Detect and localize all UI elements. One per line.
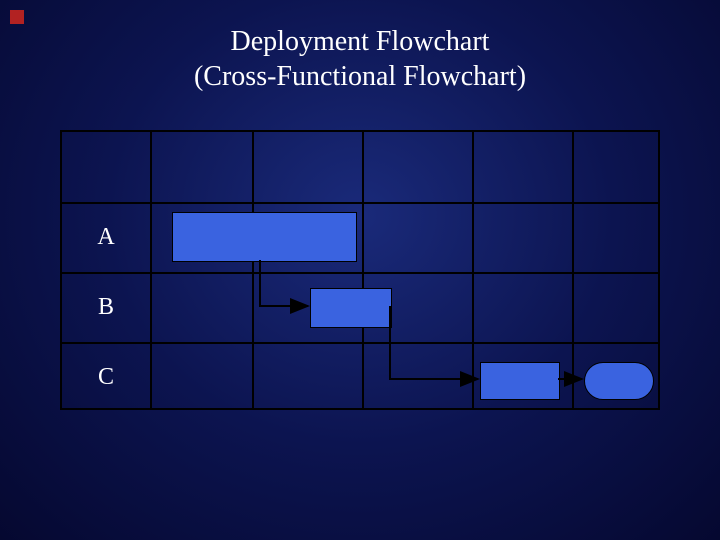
lane-label-c: C — [62, 342, 150, 412]
process-box-a — [172, 212, 357, 262]
lane-label-a: A — [62, 202, 150, 272]
grid-col-divider — [362, 132, 364, 408]
grid-col-divider — [472, 132, 474, 408]
process-box-b — [310, 288, 392, 328]
grid-col-divider — [572, 132, 574, 408]
title-line-2: (Cross-Functional Flowchart) — [194, 61, 526, 92]
grid-col-divider — [252, 132, 254, 408]
grid-col-divider — [150, 132, 152, 408]
accent-square-icon — [10, 10, 24, 24]
terminator-c — [584, 362, 654, 400]
swimlane-grid: A B C — [60, 130, 660, 410]
slide-title: Deployment Flowchart (Cross-Functional F… — [0, 24, 720, 94]
process-box-c — [480, 362, 560, 400]
title-line-1: Deployment Flowchart — [231, 26, 490, 57]
lane-label-b: B — [62, 272, 150, 342]
